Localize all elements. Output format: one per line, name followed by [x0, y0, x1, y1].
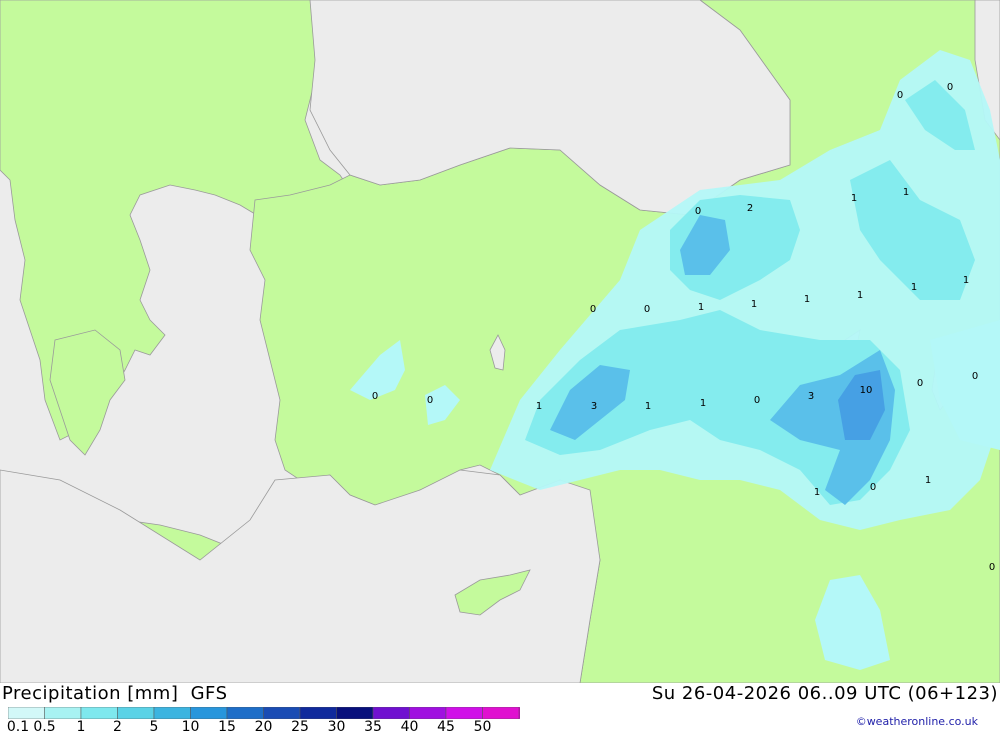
map-value-label: 1	[700, 398, 706, 409]
legend-swatch	[190, 707, 228, 719]
map-value-label: 0	[989, 562, 995, 573]
legend-swatch	[372, 707, 410, 719]
map-value-label: 1	[857, 290, 863, 301]
legend-swatch	[445, 707, 483, 719]
legend-swatch	[336, 707, 374, 719]
map-value-label: 0	[917, 378, 923, 389]
legend-swatch	[482, 707, 520, 719]
map-title: Precipitation [mm] GFS	[2, 683, 234, 704]
legend-swatch	[80, 707, 118, 719]
legend-swatch	[226, 707, 264, 719]
credit-link[interactable]: ©weatheronline.co.uk	[856, 715, 978, 728]
model-name: GFS	[190, 683, 228, 704]
legend-swatch	[299, 707, 337, 719]
map-value-label: 0	[372, 391, 378, 402]
legend-swatch	[409, 707, 447, 719]
valid-time: Su 26-04-2026 06..09 UTC (06+123)	[651, 683, 998, 704]
map-value-label: 2	[747, 203, 753, 214]
map-value-label: 1	[804, 294, 810, 305]
legend-swatch	[44, 707, 82, 719]
map-value-label: 0	[947, 82, 953, 93]
legend-swatch	[153, 707, 191, 719]
map-value-label: 1	[851, 193, 857, 204]
map-value-label: 0	[427, 395, 433, 406]
precipitation-color-scale	[8, 707, 520, 719]
map-value-label: 1	[903, 187, 909, 198]
legend-swatch	[8, 707, 45, 719]
map-value-label: 3	[591, 401, 597, 412]
map-value-label: 1	[963, 275, 969, 286]
map-value-label: 0	[972, 371, 978, 382]
map-value-label: 10	[860, 385, 873, 396]
map-value-label: 0	[590, 304, 596, 315]
legend-arrow	[519, 707, 520, 719]
map-value-label: 1	[698, 302, 704, 313]
product-name: Precipitation [mm]	[2, 683, 179, 704]
map-value-label: 0	[870, 482, 876, 493]
map-value-label: 3	[808, 391, 814, 402]
map-value-label: 1	[751, 299, 757, 310]
map-value-label: 0	[897, 90, 903, 101]
legend-swatch	[263, 707, 301, 719]
map-value-label: 0	[644, 304, 650, 315]
map-value-label: 1	[645, 401, 651, 412]
map-value-label: 0	[695, 206, 701, 217]
legend-footer: Precipitation [mm] GFS Su 26-04-2026 06.…	[0, 683, 1000, 735]
precipitation-map: 000 2110 0 1 1 1 1110 01 3 1 1 0 310001 010	[0, 0, 1000, 683]
map-value-label: 1	[536, 401, 542, 412]
map-value-label: 0	[754, 395, 760, 406]
map-value-label: 1	[911, 282, 917, 293]
map-value-label: 1	[925, 475, 931, 486]
legend-swatch	[117, 707, 155, 719]
map-value-label: 1	[814, 487, 820, 498]
